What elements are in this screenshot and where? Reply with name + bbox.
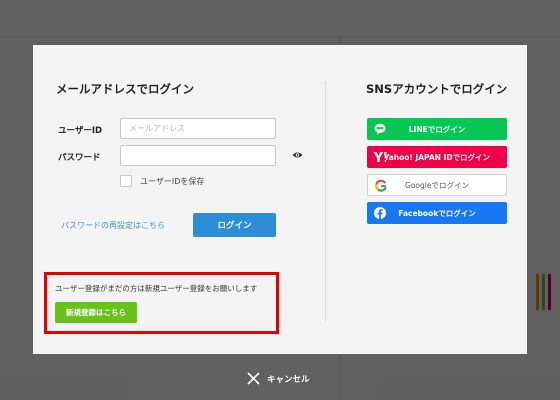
cancel-label: キャンセル	[267, 374, 310, 385]
register-button[interactable]: 新規登録はこちら	[55, 302, 137, 323]
user-id-input[interactable]	[120, 118, 276, 139]
login-button[interactable]: ログイン	[193, 213, 276, 237]
yahoo-login-button[interactable]: Yahoo! JAPAN IDでログイン	[367, 146, 507, 168]
password-input[interactable]	[120, 145, 276, 166]
line-login-button[interactable]: LINEでログイン	[367, 118, 507, 140]
sns-login-heading: SNSアカウントでログイン	[366, 82, 508, 96]
reset-password-link[interactable]: パスワードの再設定はこちら	[61, 220, 165, 231]
registration-highlight: ユーザー登録がまだの方は新規ユーザー登録をお願いします 新規登録はこちら	[44, 272, 279, 334]
line-login-label: LINEでログイン	[408, 124, 466, 134]
close-icon	[247, 372, 260, 385]
yahoo-icon	[373, 152, 387, 162]
facebook-icon	[374, 207, 386, 219]
line-icon	[374, 123, 386, 135]
yahoo-login-label: Yahoo! JAPAN IDでログイン	[383, 152, 491, 162]
eye-icon[interactable]	[292, 151, 303, 159]
column-divider	[325, 81, 326, 321]
google-icon	[375, 180, 387, 192]
save-id-checkbox[interactable]	[120, 175, 132, 187]
save-id-label[interactable]: ユーザーIDを保存	[140, 176, 204, 187]
login-modal: メールアドレスでログイン ユーザーID パスワード ユーザーIDを保存 パスワー…	[33, 45, 527, 354]
user-id-label: ユーザーID	[58, 126, 103, 136]
password-label: パスワード	[58, 153, 101, 163]
facebook-login-button[interactable]: Facebookでログイン	[367, 202, 507, 224]
google-login-button[interactable]: Googleでログイン	[367, 174, 507, 196]
email-login-heading: メールアドレスでログイン	[56, 82, 194, 96]
registration-prompt: ユーザー登録がまだの方は新規ユーザー登録をお願いします	[55, 284, 258, 293]
facebook-login-label: Facebookでログイン	[398, 208, 476, 218]
google-login-label: Googleでログイン	[405, 180, 469, 190]
cancel-button[interactable]: キャンセル	[247, 372, 310, 385]
